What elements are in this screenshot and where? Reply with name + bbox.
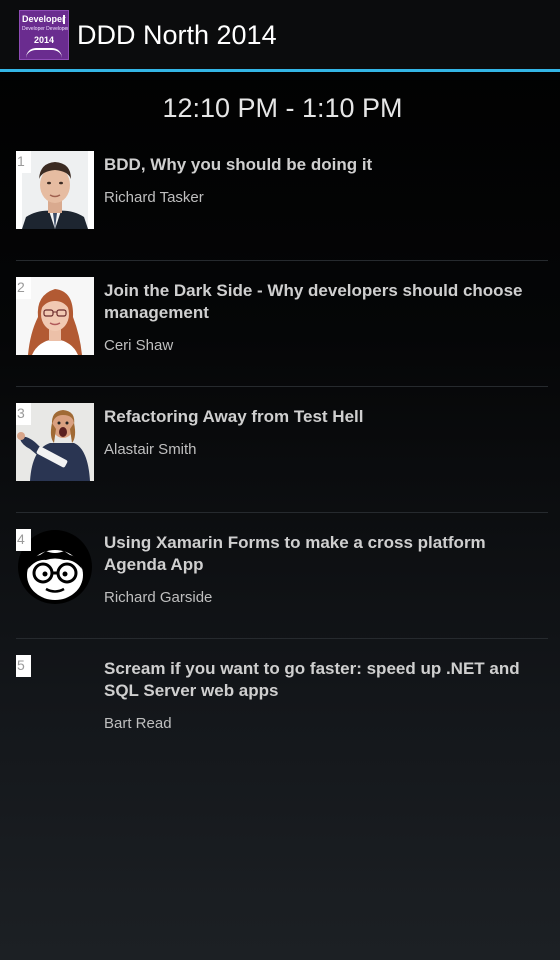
app-title: DDD North 2014 (77, 20, 277, 50)
session-number: 5 (16, 655, 31, 677)
session-title: Refactoring Away from Test Hell (104, 407, 364, 426)
session-title: Using Xamarin Forms to make a cross plat… (104, 533, 486, 574)
session-speaker: Bart Read (104, 715, 172, 732)
list-divider (16, 638, 548, 639)
session-item[interactable]: 1 BDD, Why you should be doing it Richar… (0, 151, 560, 277)
session-item[interactable]: 2 Join the Dark Side - Why developers sh… (0, 277, 560, 403)
logo-text-developer: Developer (22, 14, 66, 24)
logo-year: 2014 (33, 35, 55, 45)
session-title: Join the Dark Side - Why developers shou… (104, 281, 523, 322)
logo-text-tagline: Developer Developer (22, 26, 69, 32)
session-speaker: Richard Garside (104, 589, 213, 606)
app-logo[interactable]: Developer Developer Developer 2014 (19, 10, 69, 60)
session-speaker: Ceri Shaw (104, 337, 174, 354)
timeslot-heading: 12:10 PM - 1:10 PM (162, 93, 403, 123)
session-item[interactable]: 4 Using Xamarin Forms to make a cross pl… (0, 529, 560, 655)
action-bar-divider (0, 69, 560, 72)
session-item[interactable]: 3 Refactoring Away from Test Hell Alasta… (0, 403, 560, 529)
session-number: 3 (16, 403, 31, 425)
session-title: Scream if you want to go faster: speed u… (104, 659, 520, 700)
list-divider (16, 386, 548, 387)
session-title: BDD, Why you should be doing it (104, 155, 373, 174)
list-divider (16, 512, 548, 513)
session-number: 4 (16, 529, 31, 551)
bridge-icon (26, 48, 62, 58)
session-speaker: Richard Tasker (104, 189, 204, 206)
session-number: 1 (16, 151, 31, 173)
logo-cursor-bar (63, 15, 65, 24)
session-speaker: Alastair Smith (104, 441, 197, 458)
list-divider (16, 260, 548, 261)
session-number: 2 (16, 277, 31, 299)
action-bar: Developer Developer Developer 2014 DDD N… (0, 0, 560, 69)
app-screen: Developer Developer Developer 2014 DDD N… (0, 0, 560, 960)
session-item[interactable]: 5 Scream if you want to go faster: speed… (0, 655, 560, 781)
